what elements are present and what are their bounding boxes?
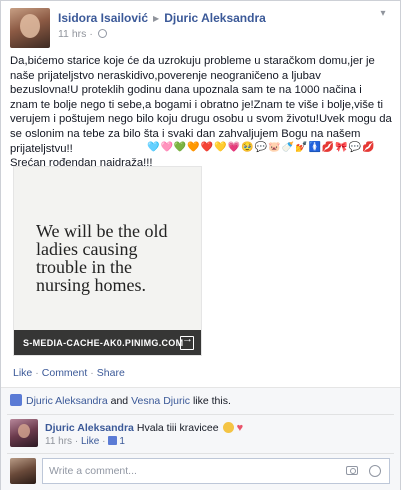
liker-name[interactable]: Vesna Djuric bbox=[131, 395, 190, 407]
emoji-icon: 💋 bbox=[321, 142, 335, 153]
separator: · bbox=[89, 28, 96, 40]
post-time[interactable]: 11 hrs bbox=[58, 28, 86, 40]
likes-connector: and bbox=[110, 395, 129, 407]
emoji-icon: 🧡 bbox=[187, 142, 200, 153]
likes-suffix: like this. bbox=[192, 395, 231, 407]
viewer-avatar bbox=[10, 458, 36, 484]
author-avatar[interactable] bbox=[10, 8, 50, 48]
chevron-down-icon[interactable]: ▾ bbox=[376, 8, 390, 22]
emoji-icon: 🎀 bbox=[335, 142, 348, 153]
post-card: Isidora Isailović ▶ Djuric Aleksandra 11 h… bbox=[0, 0, 401, 490]
emoji-icon: 💋 bbox=[362, 142, 375, 153]
comment-text: Hvala tiii kravicee bbox=[136, 422, 219, 434]
thumbs-up-icon bbox=[10, 394, 22, 406]
emoji-icon: 🚺 bbox=[308, 142, 321, 153]
comment-author[interactable]: Djuric Aleksandra bbox=[45, 422, 134, 434]
comment-input[interactable] bbox=[42, 458, 390, 484]
comment-item: Djuric Aleksandra Hvala tiii kravicee ♥ 11… bbox=[10, 419, 390, 449]
emoji-icon: 🐷 bbox=[268, 142, 281, 153]
separator: · bbox=[90, 367, 94, 379]
emoji-icon: 💚 bbox=[173, 142, 187, 153]
separator: · bbox=[35, 367, 39, 379]
heart-emoji-icon: ♥ bbox=[236, 422, 244, 434]
emoji-icon: 🩵 bbox=[147, 142, 160, 153]
photo-quote: We will be the old ladies causing troubl… bbox=[36, 221, 168, 295]
comment-composer bbox=[10, 458, 390, 484]
thumbs-up-icon bbox=[108, 436, 118, 445]
likes-summary: Djuric Aleksandra and Vesna Djuric like … bbox=[10, 392, 231, 410]
comment-meta: 11 hrs · Like · 1 bbox=[45, 436, 125, 447]
emoji-icon: 🍼 bbox=[281, 142, 294, 153]
emoji-icon: 🩷 bbox=[160, 142, 173, 153]
share-link[interactable]: Share bbox=[97, 367, 125, 379]
photo-domain[interactable]: S-MEDIA-CACHE-AK0.PINIMG.COM bbox=[23, 338, 183, 348]
emoji-icon: 🥹 bbox=[241, 142, 254, 153]
commenter-avatar[interactable] bbox=[10, 419, 38, 447]
like-link[interactable]: Like bbox=[13, 367, 32, 379]
smiley-icon[interactable] bbox=[369, 465, 381, 477]
post-actions: Like · Comment · Share bbox=[13, 367, 125, 379]
shared-photo[interactable]: We will be the old ladies causing troubl… bbox=[13, 166, 202, 356]
target-name[interactable]: Djuric Aleksandra bbox=[164, 11, 266, 25]
comment-like-link[interactable]: Like bbox=[81, 436, 99, 447]
author-name[interactable]: Isidora Isailović bbox=[58, 11, 148, 25]
post-header: Isidora Isailović ▶ Djuric Aleksandra 11 h… bbox=[10, 8, 390, 48]
comment-link[interactable]: Comment bbox=[42, 367, 88, 379]
emoji-icon: 💬 bbox=[348, 142, 362, 153]
post-names: Isidora Isailović ▶ Djuric Aleksandra bbox=[58, 11, 266, 25]
camera-icon[interactable] bbox=[346, 466, 358, 475]
comment-body: Djuric Aleksandra Hvala tiii kravicee ♥ bbox=[45, 420, 243, 434]
comment-time[interactable]: 11 hrs bbox=[45, 436, 72, 447]
divider bbox=[7, 453, 394, 454]
emoji-icon: 💬 bbox=[254, 142, 268, 153]
feedback-section: Djuric Aleksandra and Vesna Djuric like … bbox=[1, 387, 400, 490]
divider bbox=[7, 414, 394, 415]
privacy-icon[interactable] bbox=[97, 29, 107, 38]
comment-like-count[interactable]: 1 bbox=[119, 436, 125, 447]
post-meta: 11 hrs · bbox=[58, 28, 107, 40]
arrow-right-icon: ▶ bbox=[153, 14, 160, 23]
emoji-row: 🩵🩷💚🧡❤️💛💗🥹💬🐷🍼💅🚺💋🎀💬💋 bbox=[147, 141, 376, 157]
smiley-emoji-icon bbox=[222, 422, 234, 433]
share-out-icon[interactable] bbox=[180, 333, 194, 350]
emoji-icon: 💛 bbox=[214, 142, 227, 153]
emoji-icon: ❤️ bbox=[200, 142, 214, 153]
emoji-icon: 💅 bbox=[294, 142, 308, 153]
emoji-icon: 💗 bbox=[227, 142, 241, 153]
liker-name[interactable]: Djuric Aleksandra bbox=[26, 395, 108, 407]
